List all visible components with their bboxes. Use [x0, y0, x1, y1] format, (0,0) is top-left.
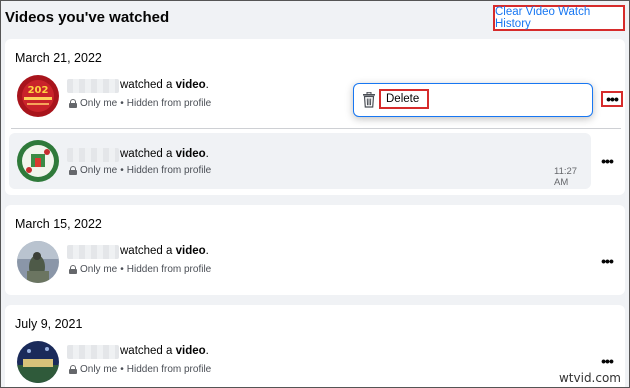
- delete-menu-item[interactable]: Delete: [379, 89, 429, 109]
- activity-text: watched a video.: [120, 79, 209, 91]
- more-options-button[interactable]: •••: [596, 153, 618, 169]
- blurred-user-name: [67, 245, 119, 259]
- privacy-meta: Only me • Hidden from profile: [69, 165, 211, 176]
- more-options-menu: Delete: [353, 83, 593, 117]
- page-title: Videos you've watched: [5, 9, 170, 26]
- blurred-user-name: [67, 79, 119, 93]
- video-link[interactable]: video: [176, 245, 206, 257]
- divider: [11, 128, 621, 129]
- date-group-card: March 21, 2022 202 watched a video. Only…: [5, 39, 625, 195]
- video-link[interactable]: video: [176, 79, 206, 91]
- video-thumbnail[interactable]: [17, 140, 59, 182]
- activity-text: watched a video.: [120, 345, 209, 357]
- trash-icon: [363, 92, 375, 108]
- video-link[interactable]: video: [176, 148, 206, 160]
- lock-icon: [69, 166, 77, 175]
- svg-text:202: 202: [28, 85, 49, 96]
- blurred-user-name: [67, 345, 119, 359]
- lock-icon: [69, 265, 77, 274]
- watermark: wtvid.com: [558, 371, 621, 385]
- video-thumbnail[interactable]: [17, 241, 59, 283]
- blurred-user-name: [67, 148, 119, 162]
- privacy-meta: Only me • Hidden from profile: [69, 98, 211, 109]
- more-options-button[interactable]: •••: [596, 253, 618, 269]
- clear-video-watch-history-button[interactable]: Clear Video Watch History: [493, 5, 625, 31]
- privacy-meta: Only me • Hidden from profile: [69, 264, 211, 275]
- date-heading: March 21, 2022: [15, 51, 102, 65]
- timestamp: 11:27 AM: [554, 166, 578, 188]
- lock-icon: [69, 365, 77, 374]
- list-item[interactable]: watched a video. Only me • Hidden from p…: [9, 235, 591, 291]
- more-options-button[interactable]: •••: [596, 353, 618, 369]
- date-heading: March 15, 2022: [15, 217, 102, 231]
- more-options-button[interactable]: •••: [601, 91, 623, 107]
- date-group-card: March 15, 2022 watched a video. Only me …: [5, 205, 625, 295]
- activity-text: watched a video.: [120, 148, 209, 160]
- privacy-meta: Only me • Hidden from profile: [69, 364, 211, 375]
- activity-text: watched a video.: [120, 245, 209, 257]
- video-link[interactable]: video: [176, 345, 206, 357]
- page-frame: Videos you've watched Clear Video Watch …: [0, 0, 630, 388]
- date-heading: July 9, 2021: [15, 317, 83, 331]
- list-item[interactable]: watched a video. Only me • Hidden from p…: [9, 133, 591, 189]
- date-group-card: July 9, 2021 watched a video. Only me •: [5, 305, 625, 387]
- video-thumbnail[interactable]: 202: [17, 75, 59, 117]
- lock-icon: [69, 99, 77, 108]
- video-thumbnail[interactable]: [17, 341, 59, 383]
- list-item[interactable]: watched a video. Only me • Hidden from p…: [9, 335, 591, 387]
